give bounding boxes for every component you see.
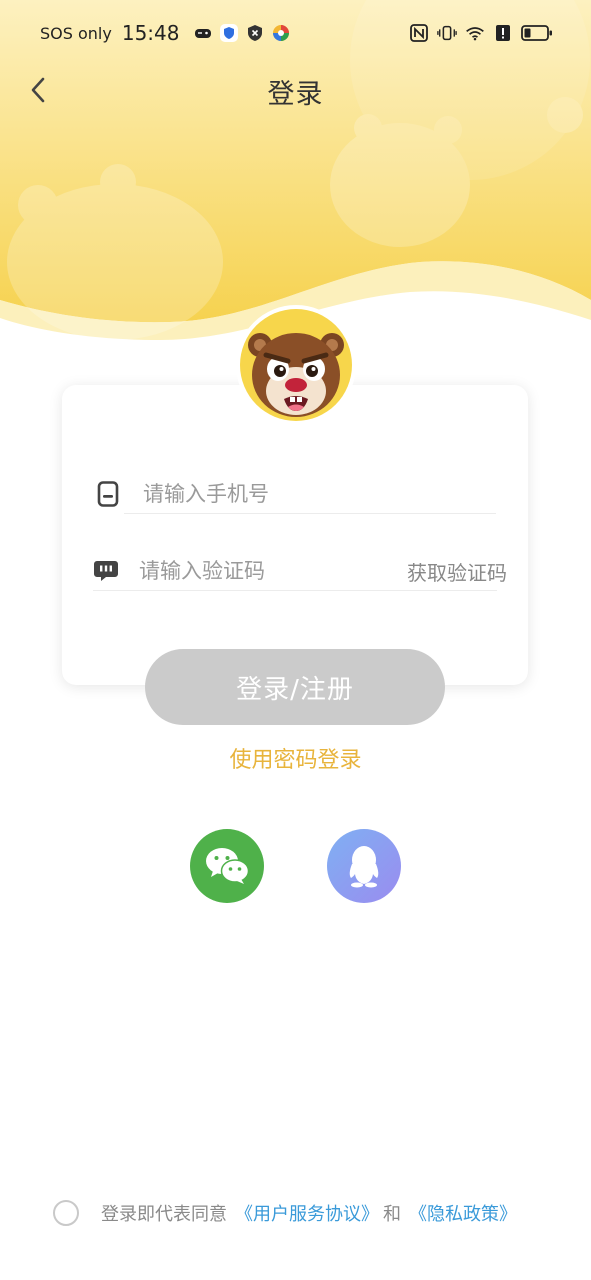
phone-icon [93, 479, 123, 509]
security-badge-icon [245, 23, 265, 43]
qq-login-button[interactable] [327, 829, 401, 903]
message-code-icon [93, 556, 119, 586]
wechat-login-button[interactable] [190, 829, 264, 903]
carrier-text: SOS only [40, 23, 112, 43]
bear-mascot-icon [240, 309, 352, 421]
login-card [62, 385, 528, 685]
shield-icon [219, 23, 239, 43]
app-colorful-icon [271, 23, 291, 43]
login-page: SOS only 15:48 登录 请输入手机号 请输入验证码 获取验证码 登录… [0, 0, 591, 1280]
nfc-icon [409, 23, 429, 43]
password-login-link[interactable]: 使用密码登录 [0, 742, 591, 774]
alert-icon [493, 23, 513, 43]
agreement-prefix: 登录即代表同意 [101, 1204, 227, 1225]
page-title: 登录 [267, 79, 324, 110]
agreement-row: 登录即代表同意 《用户服务协议》 和 《隐私政策》 [53, 1200, 517, 1226]
verification-code-input[interactable] [119, 547, 407, 595]
wechat-icon [206, 848, 250, 884]
clock: 15:48 [121, 21, 180, 45]
vibrate-icon [437, 23, 457, 43]
privacy-policy-link[interactable]: 《隐私政策》 [409, 1200, 517, 1226]
qq-icon [349, 846, 379, 888]
battery-icon [521, 23, 553, 43]
agreement-checkbox[interactable] [53, 1200, 79, 1226]
login-register-button[interactable]: 登录/注册 [145, 649, 445, 725]
status-bar: SOS only 15:48 [0, 0, 591, 66]
code-divider [93, 590, 497, 591]
agreement-and: 和 [383, 1204, 401, 1225]
code-field-row: 获取验证码 [93, 547, 507, 595]
game-controller-icon [193, 23, 213, 43]
get-code-button[interactable]: 获取验证码 [407, 557, 509, 586]
user-agreement-link[interactable]: 《用户服务协议》 [235, 1200, 379, 1226]
phone-input[interactable] [123, 470, 497, 518]
mascot-avatar [236, 305, 356, 425]
phone-field-row [93, 470, 497, 518]
phone-divider [124, 513, 496, 514]
wifi-icon [465, 23, 485, 43]
